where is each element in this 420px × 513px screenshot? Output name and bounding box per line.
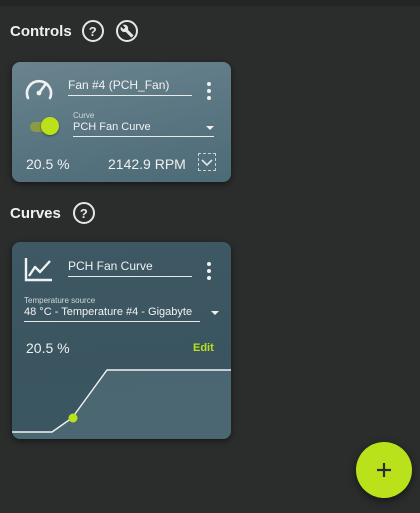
add-button[interactable] bbox=[356, 442, 412, 498]
wrench-icon[interactable] bbox=[115, 20, 138, 42]
enable-toggle-knob[interactable] bbox=[41, 117, 59, 135]
control-rpm: 2142.9 RPM bbox=[108, 156, 186, 172]
control-percent: 20.5 % bbox=[26, 156, 70, 172]
controls-title: Controls bbox=[10, 22, 72, 40]
controls-header: Controls ? bbox=[10, 20, 138, 42]
top-bar bbox=[0, 0, 420, 6]
control-menu-icon[interactable] bbox=[207, 82, 211, 100]
expand-chevron-icon[interactable] bbox=[198, 153, 216, 171]
curve-card: PCH Fan Curve Temperature source 48 °C -… bbox=[12, 242, 231, 439]
speedometer-icon bbox=[24, 76, 54, 107]
curves-help-icon[interactable]: ? bbox=[72, 202, 95, 224]
curve-graph bbox=[12, 369, 231, 439]
curve-select[interactable]: PCH Fan Curve bbox=[73, 121, 214, 137]
curves-header: Curves ? bbox=[10, 202, 95, 224]
controls-help-icon[interactable]: ? bbox=[81, 20, 104, 42]
curve-dropdown-caret-icon[interactable] bbox=[206, 126, 214, 130]
curves-title: Curves bbox=[10, 204, 61, 222]
curve-current-point bbox=[68, 413, 78, 423]
fan-name-field[interactable]: Fan #4 (PCH_Fan) bbox=[68, 78, 192, 96]
curve-label: Curve bbox=[73, 111, 95, 120]
